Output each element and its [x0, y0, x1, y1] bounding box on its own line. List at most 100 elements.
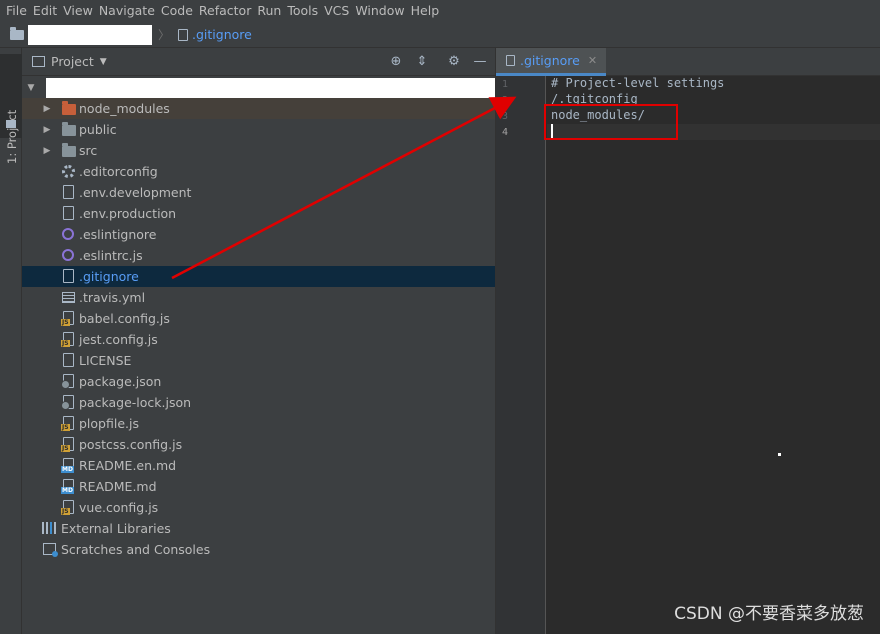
menu-run[interactable]: Run [255, 0, 285, 22]
stray-pixel [778, 453, 781, 456]
file-icon [63, 185, 74, 199]
chevron-down-icon[interactable]: ▼ [100, 57, 107, 67]
tool-window-strip: 1: Project [0, 48, 22, 634]
tree-item-readme[interactable]: README.md [22, 476, 495, 497]
folder-icon [62, 143, 76, 157]
js-file-icon [61, 311, 74, 326]
folder-icon [10, 26, 24, 40]
file-icon [506, 55, 515, 66]
file-icon [63, 269, 74, 283]
tree-item-label: node_modules [79, 101, 170, 116]
menu-tools[interactable]: Tools [285, 0, 322, 22]
tree-item-eslintignore[interactable]: .eslintignore [22, 224, 495, 245]
watermark: CSDN @不要香菜多放葱 [674, 604, 864, 624]
tree-item-package-lock-json[interactable]: package-lock.json [22, 392, 495, 413]
js-file-icon [61, 500, 74, 515]
line-number: 2 [501, 95, 508, 106]
redacted-project-name [28, 24, 152, 45]
menu-code[interactable]: Code [159, 0, 197, 22]
tree-item-package-json[interactable]: package.json [22, 371, 495, 392]
tree-item-public[interactable]: ▶ public [22, 119, 495, 140]
breadcrumb-file[interactable]: .gitignore [192, 27, 252, 42]
menu-view[interactable]: View [61, 0, 97, 22]
navigation-bar: 〉 .gitignore [0, 22, 880, 48]
tree-item-env-development[interactable]: .env.development [22, 182, 495, 203]
tree-item-babel-config[interactable]: babel.config.js [22, 308, 495, 329]
tree-item-src[interactable]: ▶ src [22, 140, 495, 161]
tree-item-label: .eslintignore [79, 227, 157, 242]
project-view-icon [32, 56, 45, 67]
tree-item-label: public [79, 122, 117, 137]
tree-item-label: LICENSE [79, 353, 132, 368]
tree-item-label: README.en.md [79, 458, 177, 473]
tree-item-env-production[interactable]: .env.production [22, 203, 495, 224]
project-tool-tab[interactable]: 1: Project [0, 54, 22, 164]
tree-item-gitignore[interactable]: .gitignore [22, 266, 495, 287]
tree-item-travis[interactable]: .travis.yml [22, 287, 495, 308]
tree-item-eslintrc[interactable]: .eslintrc.js [22, 245, 495, 266]
tree-item-jest-config[interactable]: jest.config.js [22, 329, 495, 350]
tree-item-license[interactable]: LICENSE [22, 350, 495, 371]
tree-item-label: .env.development [79, 185, 192, 200]
menu-bar: File Edit View Navigate Code Refactor Ru… [0, 0, 880, 22]
menu-help[interactable]: Help [409, 0, 444, 22]
chevron-right-icon[interactable]: ▶ [42, 104, 52, 114]
tree-item-label: package-lock.json [79, 395, 192, 410]
line-number: 1 [501, 79, 508, 90]
project-panel-title[interactable]: Project [51, 54, 94, 69]
gear-icon [62, 165, 75, 178]
file-icon [63, 353, 74, 367]
menu-vcs[interactable]: VCS [322, 0, 353, 22]
gear-icon[interactable]: ⚙ [446, 54, 462, 70]
yaml-icon [62, 292, 75, 303]
json-file-icon [61, 374, 74, 389]
tree-item-postcss-config[interactable]: postcss.config.js [22, 434, 495, 455]
chevron-right-icon[interactable]: ▶ [42, 125, 52, 135]
menu-window[interactable]: Window [353, 0, 408, 22]
tab-label: .gitignore [520, 53, 580, 68]
code-line: # Project-level settings [551, 76, 725, 90]
folder-icon [62, 122, 76, 136]
menu-edit[interactable]: Edit [31, 0, 61, 22]
tab-gitignore[interactable]: .gitignore ✕ [496, 48, 606, 76]
project-panel: Project ▼ ⊕ ⇕ ⚙ — ▼ ▶ node_modules ▶ pub… [22, 48, 496, 634]
tree-item-label: .env.production [79, 206, 177, 221]
locate-icon[interactable]: ⊕ [388, 54, 404, 70]
folder-icon [6, 120, 16, 128]
tree-item-label: .eslintrc.js [79, 248, 143, 263]
md-file-icon [61, 458, 74, 473]
tree-item-plopfile[interactable]: plopfile.js [22, 413, 495, 434]
menu-refactor[interactable]: Refactor [197, 0, 255, 22]
tree-root-row[interactable]: ▼ [22, 77, 496, 100]
js-file-icon [61, 437, 74, 452]
tree-item-label: .travis.yml [79, 290, 146, 305]
chevron-right-icon[interactable]: ▶ [42, 146, 52, 156]
js-file-icon [61, 332, 74, 347]
menu-file[interactable]: File [4, 0, 31, 22]
tree-item-label: plopfile.js [79, 416, 139, 431]
code-area[interactable]: # Project-level settings /.tgitconfig no… [547, 76, 880, 634]
close-icon[interactable]: ✕ [588, 54, 597, 67]
tree-item-readme-en[interactable]: README.en.md [22, 455, 495, 476]
menu-navigate[interactable]: Navigate [97, 0, 159, 22]
project-panel-header: Project ▼ ⊕ ⇕ ⚙ — [22, 48, 495, 76]
tree-item-label: jest.config.js [79, 332, 158, 347]
tree-item-label: vue.config.js [79, 500, 159, 515]
editor-tab-bar: .gitignore ✕ [496, 48, 880, 76]
minimize-icon[interactable]: — [472, 54, 488, 70]
chevron-down-icon[interactable]: ▼ [26, 83, 36, 93]
tree-item-label: .gitignore [79, 269, 139, 284]
line-number: 4 [501, 127, 508, 138]
tree-item-scratches[interactable]: Scratches and Consoles [22, 539, 495, 560]
collapse-all-icon[interactable]: ⇕ [414, 54, 430, 70]
project-tool-label: 1: Project [5, 109, 19, 164]
scratches-icon [43, 543, 58, 557]
line-number-gutter: 1 2 3 4 [496, 76, 546, 634]
tree-item-node-modules[interactable]: ▶ node_modules [22, 98, 495, 119]
file-icon [63, 206, 74, 220]
tree-item-label: src [79, 143, 98, 158]
js-file-icon [61, 416, 74, 431]
tree-item-vue-config[interactable]: vue.config.js [22, 497, 495, 518]
tree-item-external-libraries[interactable]: External Libraries [22, 518, 495, 539]
tree-item-editorconfig[interactable]: .editorconfig [22, 161, 495, 182]
